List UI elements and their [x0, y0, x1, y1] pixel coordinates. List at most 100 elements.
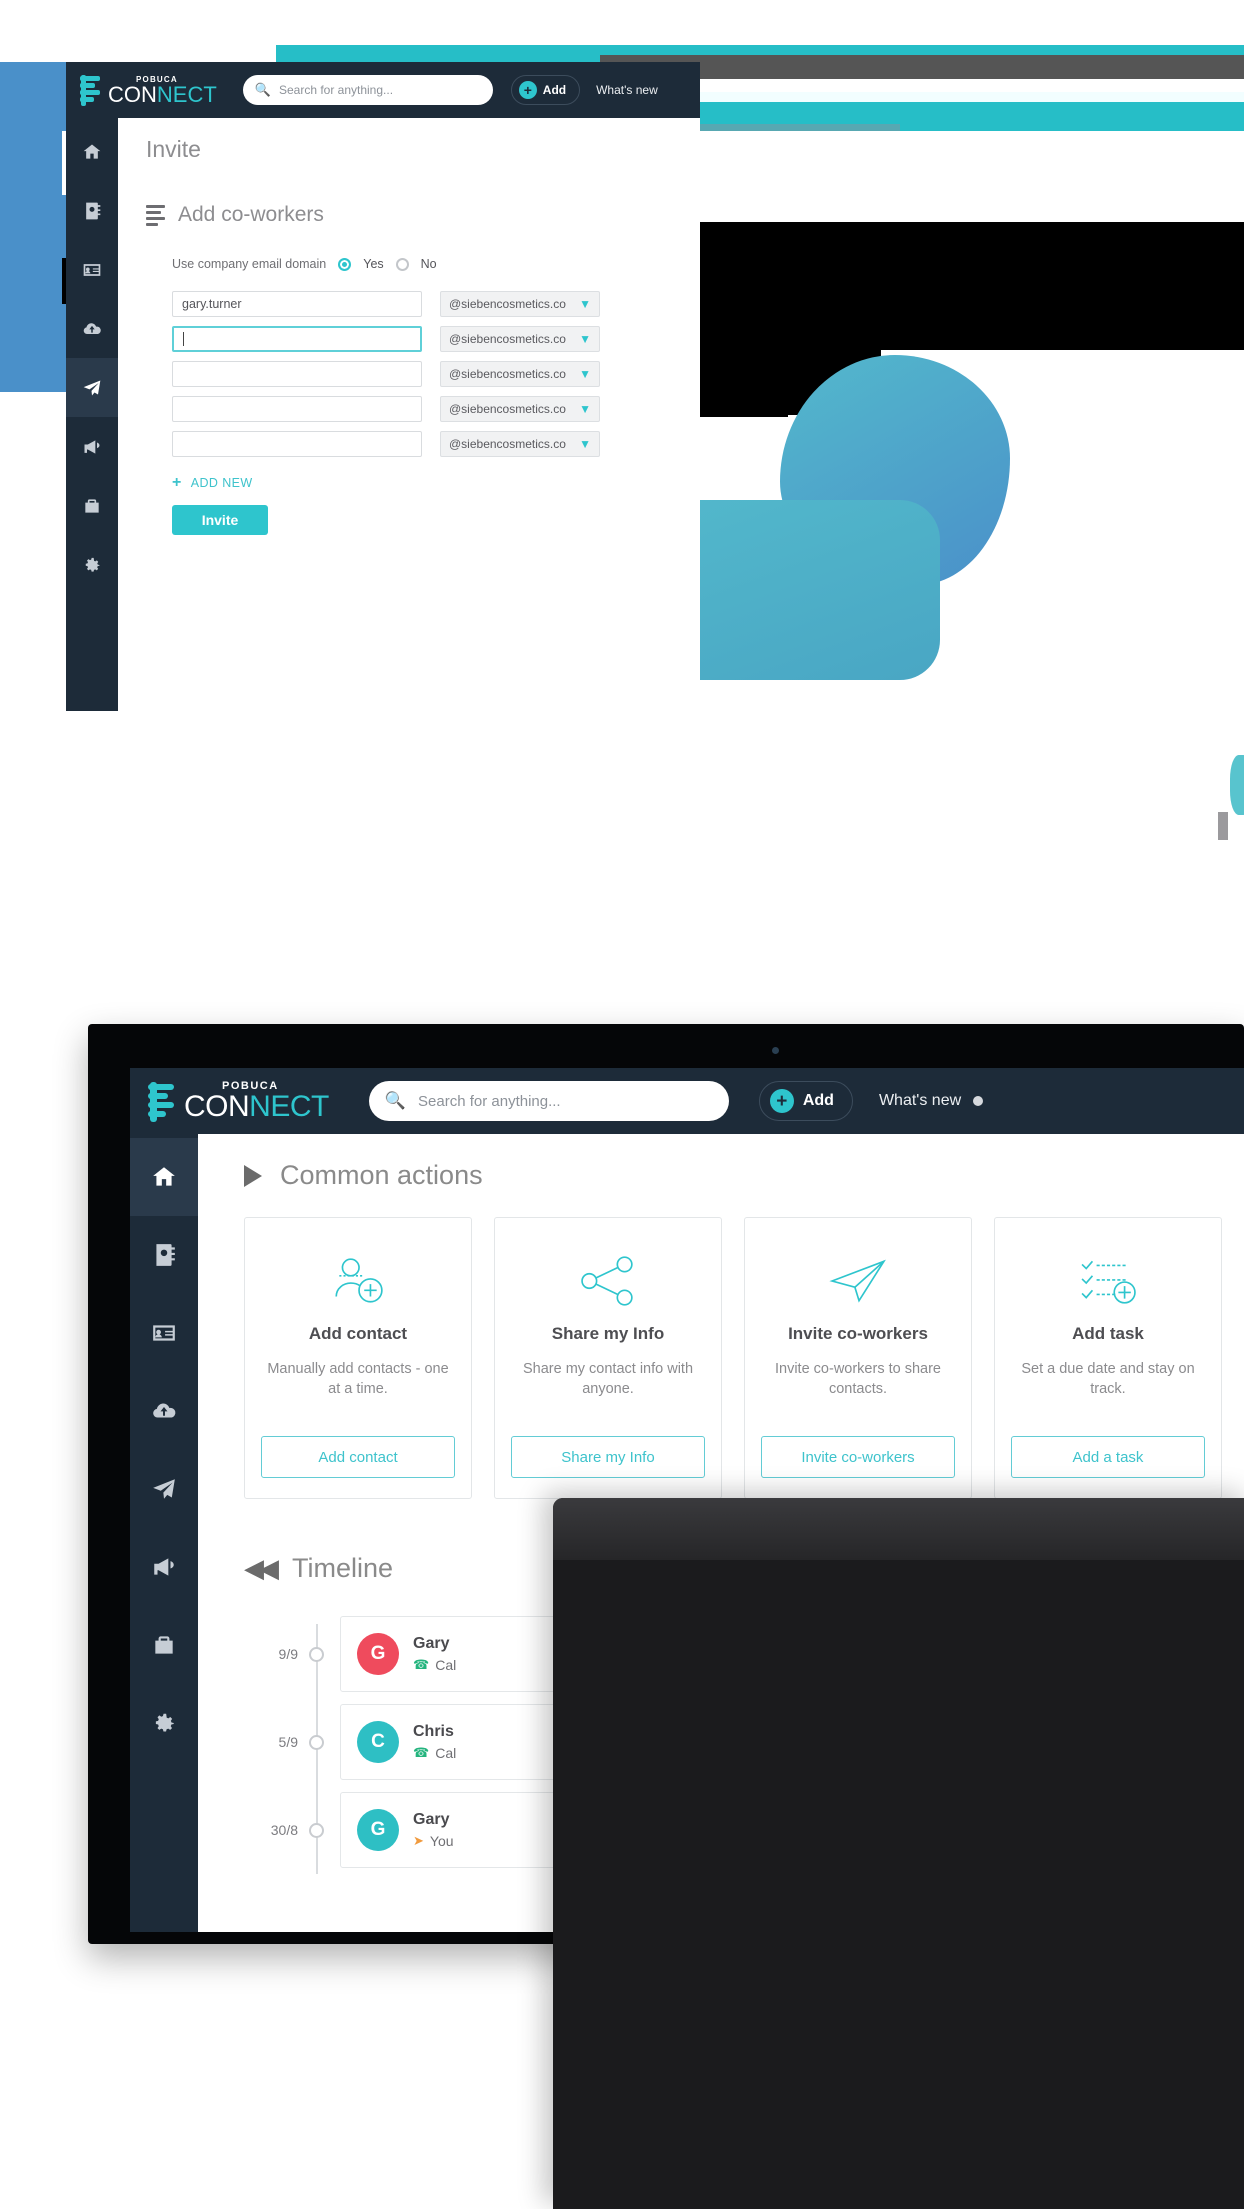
timeline-activity: ☎ Cal	[413, 1657, 456, 1673]
card-description: Invite co-workers to share contacts.	[774, 1361, 941, 1397]
avatar: G	[357, 1633, 399, 1675]
add-contact-button[interactable]: Add contact	[261, 1436, 455, 1478]
use-company-domain-group: Use company email domain Yes No	[172, 257, 700, 271]
sidebar-item-invite[interactable]	[130, 1450, 198, 1528]
timeline-node	[298, 1822, 334, 1838]
desktop-webcam-dot	[772, 1047, 779, 1054]
pobuca-logo-icon	[80, 74, 106, 106]
sidebar-item-contacts[interactable]	[130, 1216, 198, 1294]
timeline-contact-name: Gary	[413, 1635, 450, 1652]
hero-teal-accent-dot	[1230, 755, 1244, 815]
card-title: Share my Info	[551, 1324, 665, 1343]
app-logo[interactable]: POBUCA CONNECT	[148, 1080, 329, 1123]
email-domain-select[interactable]: @siebencosmetics.co ▼	[440, 361, 600, 387]
add-a-task-button[interactable]: Add a task	[1011, 1436, 1205, 1478]
app-logo[interactable]: POBUCA CONNECT	[66, 74, 217, 106]
sidebar-item-my-card[interactable]	[130, 1294, 198, 1372]
email-username-input[interactable]: gary.turner	[172, 291, 422, 317]
sidebar-item-home[interactable]	[130, 1138, 198, 1216]
timeline-activity: ☎ Cal	[413, 1745, 456, 1761]
sidebar-item-settings[interactable]	[130, 1684, 198, 1762]
invite-rows: gary.turner @siebencosmetics.co ▼ @siebe…	[172, 291, 700, 457]
tablet-device-frame	[553, 1498, 1244, 2209]
checklist-add-icon	[1077, 1244, 1139, 1318]
card-title: Invite co-workers	[788, 1324, 928, 1343]
sidebar-item-campaigns[interactable]	[66, 417, 118, 476]
email-username-input[interactable]	[172, 431, 422, 457]
sidebar-item-campaigns[interactable]	[130, 1528, 198, 1606]
chevron-down-icon: ▼	[579, 402, 591, 416]
plus-circle-icon: +	[518, 81, 537, 99]
sidebar-item-my-card[interactable]	[66, 240, 118, 299]
list-icon	[146, 204, 165, 226]
sidebar	[66, 118, 118, 711]
email-username-input[interactable]	[172, 326, 422, 352]
email-username-input[interactable]	[172, 396, 422, 422]
tablet-app-screen: POBUCA CONNECT 🔍 Search for anything... …	[66, 62, 700, 711]
search-input[interactable]: 🔍 Search for anything...	[368, 1081, 729, 1121]
timeline-date: 5/9	[278, 1734, 298, 1750]
add-button[interactable]: + Add	[758, 1081, 853, 1121]
search-input[interactable]: 🔍 Search for anything...	[242, 75, 493, 105]
common-actions-cards: Add contact Manually add contacts - one …	[244, 1217, 1244, 1499]
domain-question-label: Use company email domain	[172, 257, 327, 271]
email-username-input[interactable]	[172, 361, 422, 387]
add-button[interactable]: + Add	[510, 75, 581, 105]
common-actions-header[interactable]: Common actions	[244, 1160, 1244, 1191]
email-domain-value: @siebencosmetics.co	[449, 437, 566, 451]
radio-no-label: No	[420, 257, 437, 271]
sidebar-item-import[interactable]	[130, 1372, 198, 1450]
invite-row: @siebencosmetics.co ▼	[172, 326, 700, 352]
chevron-down-icon: ▼	[579, 437, 591, 451]
tablet-bezel-top	[553, 1498, 1244, 1560]
text-caret	[183, 332, 184, 346]
invite-co-workers-button[interactable]: Invite co-workers	[761, 1436, 955, 1478]
invite-row: @siebencosmetics.co ▼	[172, 431, 700, 457]
email-domain-select[interactable]: @siebencosmetics.co ▼	[440, 326, 600, 352]
whats-new-link[interactable]: What's new	[879, 1092, 961, 1110]
hero-gray-accent-dot	[1218, 812, 1228, 840]
email-domain-value: @siebencosmetics.co	[449, 332, 566, 346]
invite-button[interactable]: Invite	[172, 505, 268, 535]
plus-icon: +	[172, 474, 182, 491]
sidebar-item-home[interactable]	[66, 122, 118, 181]
hero-white-strip-1	[640, 79, 1244, 92]
card-description: Manually add contacts - one at a time.	[267, 1361, 449, 1397]
logo-title: CONNECT	[184, 1089, 329, 1123]
card-share-my-info[interactable]: Share my Info Share my contact info with…	[494, 1217, 722, 1499]
whats-new-link[interactable]: What's new	[596, 83, 658, 97]
avatar: G	[357, 1809, 399, 1851]
radio-yes[interactable]	[338, 257, 352, 271]
email-domain-select[interactable]: @siebencosmetics.co ▼	[440, 291, 600, 317]
invite-row: gary.turner @siebencosmetics.co ▼	[172, 291, 700, 317]
pobuca-logo-icon	[148, 1081, 182, 1122]
email-domain-select[interactable]: @siebencosmetics.co ▼	[440, 431, 600, 457]
add-new-button[interactable]: + ADD NEW	[172, 475, 700, 491]
add-co-workers-header: Add co-workers	[146, 203, 700, 227]
paper-plane-icon	[827, 1244, 889, 1318]
sidebar-item-organizations[interactable]	[130, 1606, 198, 1684]
radio-yes-label: Yes	[363, 257, 384, 271]
invite-page: Invite Add co-workers Use company email …	[118, 118, 700, 711]
share-my-info-button[interactable]: Share my Info	[511, 1436, 705, 1478]
card-description: Share my contact info with anyone.	[522, 1361, 694, 1397]
timeline-date: 30/8	[270, 1822, 298, 1838]
tablet-body: Invite Add co-workers Use company email …	[66, 118, 700, 711]
email-domain-value: @siebencosmetics.co	[449, 297, 566, 311]
card-invite-co-workers[interactable]: Invite co-workers Invite co-workers to s…	[744, 1217, 972, 1499]
sidebar-item-invite[interactable]	[66, 358, 118, 417]
card-add-contact[interactable]: Add contact Manually add contacts - one …	[244, 1217, 472, 1499]
timeline-activity-label: You	[429, 1833, 454, 1849]
card-add-task[interactable]: Add task Set a due date and stay on trac…	[994, 1217, 1222, 1499]
radio-no[interactable]	[395, 257, 409, 271]
card-title: Add task	[1072, 1324, 1144, 1343]
chevron-down-icon: ▼	[579, 297, 591, 311]
sidebar-item-contacts[interactable]	[66, 181, 118, 240]
search-icon: 🔍	[384, 1091, 407, 1110]
email-domain-select[interactable]: @siebencosmetics.co ▼	[440, 396, 600, 422]
timeline-activity: ➤ You	[413, 1833, 454, 1849]
add-button-label: Add	[542, 83, 567, 97]
sidebar-item-organizations[interactable]	[66, 476, 118, 535]
sidebar-item-settings[interactable]	[66, 535, 118, 594]
sidebar-item-import[interactable]	[66, 299, 118, 358]
